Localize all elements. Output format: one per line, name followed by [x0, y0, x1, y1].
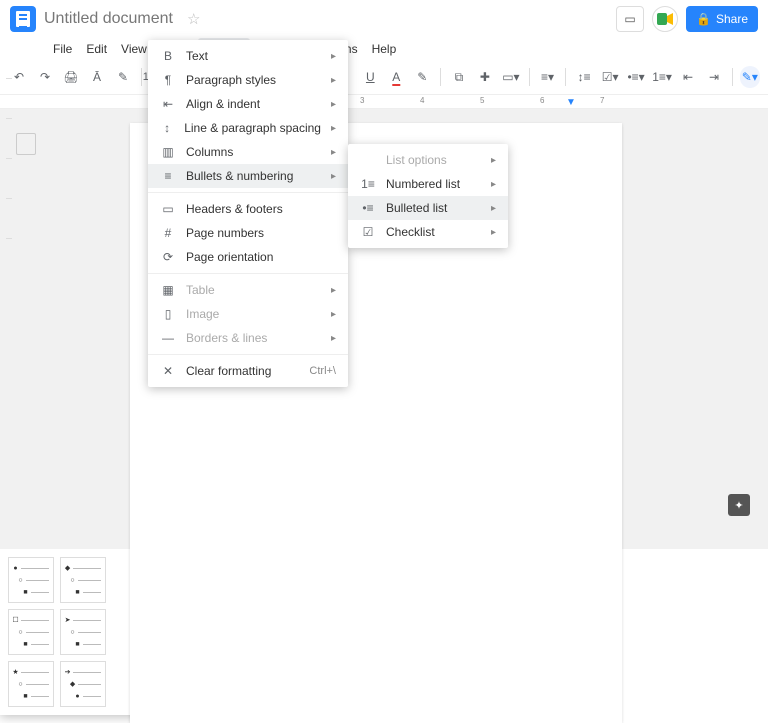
bullets-numbering-submenu: List options▸1≡Numbered list▸•≡Bulleted … [348, 144, 508, 248]
menuitem-icon: ⇤ [160, 97, 176, 111]
comment-button[interactable]: ✚ [474, 66, 496, 88]
menuitem-bullets-numbering[interactable]: ≡Bullets & numbering▸ [148, 164, 348, 188]
menu-file[interactable]: File [46, 38, 79, 60]
menuitem-image: ▯Image▸ [148, 302, 348, 326]
menuitem-icon: # [160, 226, 176, 240]
star-icon[interactable]: ☆ [187, 10, 200, 28]
link-button[interactable]: ⧉ [448, 66, 470, 88]
menuitem-icon: ▭ [160, 202, 176, 216]
outline-toggle[interactable] [16, 133, 36, 155]
menuitem-table: ▦Table▸ [148, 278, 348, 302]
menuitem-page-orientation[interactable]: ⟳Page orientation [148, 245, 348, 269]
menuitem-headers-footers[interactable]: ▭Headers & footers [148, 197, 348, 221]
menuitem-text[interactable]: BText▸ [148, 44, 348, 68]
vertical-ruler[interactable] [6, 78, 12, 524]
chevron-right-icon: ▸ [331, 51, 336, 62]
menu-help[interactable]: Help [365, 38, 404, 60]
bulleted-list-button[interactable]: •≡▾ [625, 66, 647, 88]
chevron-right-icon: ▸ [491, 227, 496, 238]
menuitem-paragraph-styles[interactable]: ¶Paragraph styles▸ [148, 68, 348, 92]
menuitem-line-paragraph-spacing[interactable]: ↕Line & paragraph spacing▸ [148, 116, 348, 140]
chevron-right-icon: ▸ [331, 309, 336, 320]
chevron-right-icon: ▸ [491, 179, 496, 190]
menuitem-page-numbers[interactable]: #Page numbers [148, 221, 348, 245]
format-menu: BText▸¶Paragraph styles▸⇤Align & indent▸… [148, 40, 348, 387]
chevron-right-icon: ▸ [331, 171, 336, 182]
menuitem-numbered-list[interactable]: 1≡Numbered list▸ [348, 172, 508, 196]
chevron-right-icon: ▸ [331, 75, 336, 86]
menuitem-icon: ▦ [160, 283, 176, 297]
menuitem-icon: 1≡ [360, 177, 376, 191]
paint-format-button[interactable]: ✎ [112, 66, 134, 88]
menuitem-icon: ¶ [160, 73, 176, 87]
doc-title[interactable]: Untitled document [44, 10, 173, 28]
menuitem-icon: — [160, 331, 176, 345]
menuitem-icon: ▥ [160, 145, 176, 159]
menuitem-list-options: List options▸ [348, 148, 508, 172]
indent-dec-button[interactable]: ⇤ [677, 66, 699, 88]
menubar: FileEditViewInsertFormatToolsExtensionsH… [0, 38, 768, 60]
chevron-right-icon: ▸ [331, 147, 336, 158]
horizontal-ruler[interactable]: 3 4 5 6 7 ▼ [0, 95, 768, 109]
bullet-style-1[interactable]: ◆○■ [60, 557, 106, 603]
chevron-right-icon: ▸ [331, 333, 336, 344]
indent-inc-button[interactable]: ⇥ [703, 66, 725, 88]
align-button[interactable]: ≡▾ [536, 66, 558, 88]
bullet-style-5[interactable]: ➔◆● [60, 661, 106, 707]
menuitem-checklist[interactable]: ☑Checklist▸ [348, 220, 508, 244]
explore-button[interactable]: ✦ [728, 494, 750, 516]
meet-icon[interactable] [652, 6, 678, 32]
menuitem-icon: B [160, 49, 176, 63]
menuitem-borders-lines: —Borders & lines▸ [148, 326, 348, 350]
menuitem-icon: •≡ [360, 201, 376, 215]
image-button[interactable]: ▭▾ [500, 66, 522, 88]
menuitem-icon: ✕ [160, 364, 176, 378]
spellcheck-button[interactable]: Ā [86, 66, 108, 88]
docs-logo[interactable] [10, 6, 36, 32]
editing-mode-button[interactable]: ✎▾ [740, 66, 760, 88]
line-spacing-button[interactable]: ↕≡ [573, 66, 595, 88]
toolbar: ↶ ↷ 🖨 Ā ✎ 100% ▾ B I U A ✎ ⧉ ✚ ▭▾ ≡▾ ↕≡ … [0, 60, 768, 95]
menuitem-icon: ☑ [360, 225, 376, 239]
bullet-style-4[interactable]: ★○■ [8, 661, 54, 707]
redo-button[interactable]: ↷ [34, 66, 56, 88]
chevron-right-icon: ▸ [331, 285, 336, 296]
menuitem-icon: ↕ [160, 121, 174, 135]
highlight-button[interactable]: ✎ [411, 66, 433, 88]
bullet-style-3[interactable]: ➤○■ [60, 609, 106, 655]
share-button[interactable]: 🔒Share [686, 6, 758, 32]
menuitem-align-indent[interactable]: ⇤Align & indent▸ [148, 92, 348, 116]
menuitem-clear-formatting[interactable]: ✕Clear formattingCtrl+\ [148, 359, 348, 383]
menu-edit[interactable]: Edit [79, 38, 114, 60]
checklist-button[interactable]: ☑▾ [599, 66, 621, 88]
chevron-right-icon: ▸ [491, 155, 496, 166]
bullet-style-2[interactable]: ☐○■ [8, 609, 54, 655]
app-header: Untitled document ☆ ▭ 🔒Share [0, 0, 768, 38]
menuitem-icon: ▯ [160, 307, 176, 321]
chevron-right-icon: ▸ [331, 123, 336, 134]
lock-icon: 🔒 [696, 12, 711, 26]
numbered-list-button[interactable]: 1≡▾ [651, 66, 673, 88]
menuitem-columns[interactable]: ▥Columns▸ [148, 140, 348, 164]
menuitem-icon: ⟳ [160, 250, 176, 264]
chevron-right-icon: ▸ [491, 203, 496, 214]
bullet-style-0[interactable]: ●○■ [8, 557, 54, 603]
text-color-button[interactable]: A [385, 66, 407, 88]
chevron-right-icon: ▸ [331, 99, 336, 110]
underline-button[interactable]: U [359, 66, 381, 88]
margin-marker[interactable]: ▼ [566, 97, 576, 108]
menuitem-icon: ≡ [160, 169, 176, 183]
present-icon[interactable]: ▭ [616, 6, 644, 32]
menuitem-bulleted-list[interactable]: •≡Bulleted list▸ [348, 196, 508, 220]
print-button[interactable]: 🖨 [60, 66, 82, 88]
